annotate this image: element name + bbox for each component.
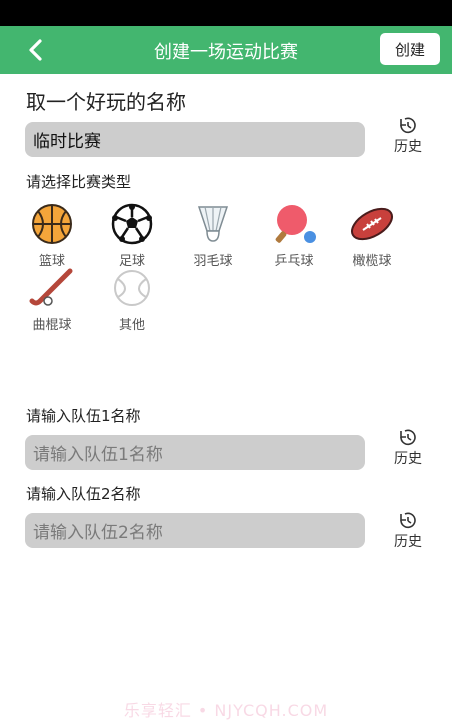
history-icon (400, 512, 416, 529)
sport-label: 曲棍球 (32, 318, 72, 333)
team2-label: 请输入队伍2名称 (26, 485, 141, 503)
team2-input[interactable]: 请输入队伍2名称 (25, 513, 365, 548)
rugby-ball-icon (351, 207, 393, 241)
sport-label: 乒乓球 (274, 254, 314, 269)
history-icon (400, 117, 416, 134)
team2-history-button[interactable]: 历史 (388, 511, 428, 551)
app-bar: 创建一场运动比赛 创建 (0, 26, 452, 74)
sport-label: 橄榄球 (352, 254, 392, 269)
sport-label: 羽毛球 (193, 254, 233, 269)
history-label: 历史 (394, 534, 422, 550)
status-bar (0, 0, 452, 26)
sport-option-hockey[interactable]: 曲棍球 (22, 266, 82, 333)
match-name-history-button[interactable]: 历史 (388, 116, 428, 156)
sport-label: 其他 (118, 318, 145, 333)
soccer-ball-icon (111, 203, 153, 245)
sport-option-soccer[interactable]: 足球 (102, 202, 162, 269)
sport-option-other[interactable]: 其他 (102, 266, 162, 333)
sport-option-ping-pong[interactable]: 乒乓球 (264, 202, 324, 269)
team1-history-button[interactable]: 历史 (388, 428, 428, 468)
sport-option-badminton[interactable]: 羽毛球 (183, 202, 243, 269)
history-label: 历史 (394, 139, 422, 155)
history-icon (400, 429, 416, 446)
hockey-stick-icon (29, 268, 73, 306)
sport-option-basketball[interactable]: 篮球 (22, 202, 82, 269)
team1-label: 请输入队伍1名称 (26, 407, 141, 425)
history-label: 历史 (394, 451, 422, 467)
match-name-heading: 取一个好玩的名称 (26, 90, 186, 114)
match-name-input[interactable]: 临时比赛 (25, 122, 365, 157)
basketball-icon (32, 204, 72, 244)
ping-pong-icon (275, 205, 316, 243)
sport-type-label: 请选择比赛类型 (26, 173, 132, 191)
sport-option-rugby[interactable]: 橄榄球 (342, 202, 402, 269)
other-ball-icon (114, 270, 150, 306)
watermark: 乐享轻汇 • NJYCQH.COM (123, 701, 329, 720)
team1-input[interactable]: 请输入队伍1名称 (25, 435, 365, 470)
create-button[interactable]: 创建 (380, 33, 440, 65)
shuttlecock-icon (197, 206, 229, 242)
